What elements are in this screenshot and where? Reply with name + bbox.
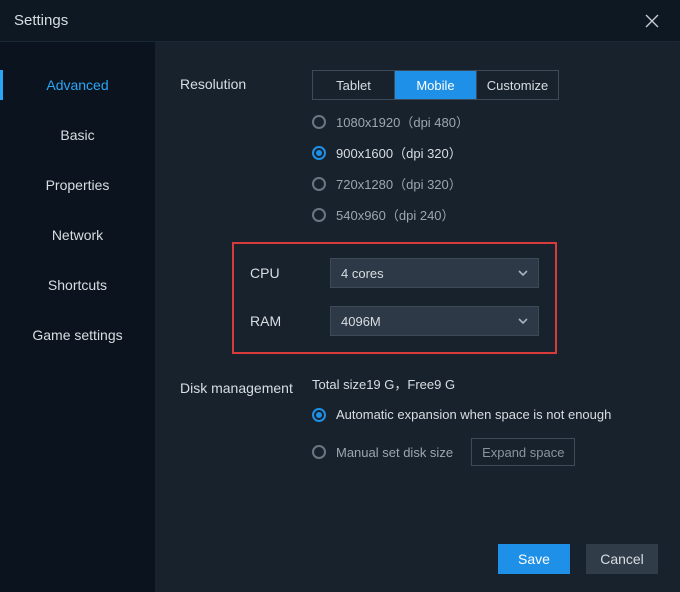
resolution-option-label: 1080x1920（dpi 480）	[336, 112, 469, 131]
disk-option-manual-label: Manual set disk size	[336, 445, 453, 460]
sidebar-item-label: Shortcuts	[48, 277, 107, 293]
chevron-down-icon	[516, 314, 530, 328]
radio-icon	[312, 208, 326, 222]
radio-icon	[312, 177, 326, 191]
disk-option-auto[interactable]: Automatic expansion when space is not en…	[312, 407, 658, 422]
titlebar: Settings	[0, 0, 680, 42]
resolution-row: Resolution Tablet Mobile Customize 1080x…	[180, 70, 658, 224]
settings-window: Settings Advanced Basic Properties Netwo…	[0, 0, 680, 592]
sidebar-item-game-settings[interactable]: Game settings	[0, 310, 155, 360]
resolution-tab-tablet[interactable]: Tablet	[313, 71, 394, 99]
resolution-option[interactable]: 540x960（dpi 240）	[312, 205, 658, 224]
disk-option-auto-label: Automatic expansion when space is not en…	[336, 407, 611, 422]
sidebar-item-label: Basic	[60, 127, 94, 143]
cpu-ram-highlight: CPU 4 cores RAM 4096M	[232, 242, 557, 354]
cpu-select[interactable]: 4 cores	[330, 258, 539, 288]
cpu-label: CPU	[250, 265, 330, 281]
sidebar-item-label: Game settings	[32, 327, 122, 343]
sidebar-item-shortcuts[interactable]: Shortcuts	[0, 260, 155, 310]
sidebar-item-label: Advanced	[46, 77, 108, 93]
resolution-value: Tablet Mobile Customize 1080x1920（dpi 48…	[312, 70, 658, 224]
resolution-options: 1080x1920（dpi 480） 900x1600（dpi 320） 720…	[312, 112, 658, 224]
footer: Save Cancel	[180, 526, 658, 574]
expand-space-button[interactable]: Expand space	[471, 438, 575, 466]
disk-status: Total size19 G，Free9 G	[312, 374, 658, 393]
ram-row: RAM 4096M	[250, 306, 539, 336]
save-button[interactable]: Save	[498, 544, 570, 574]
resolution-tab-mobile[interactable]: Mobile	[394, 71, 476, 99]
body: Advanced Basic Properties Network Shortc…	[0, 42, 680, 592]
sidebar-item-label: Properties	[46, 177, 110, 193]
resolution-option-label: 900x1600（dpi 320）	[336, 143, 462, 162]
sidebar-item-label: Network	[52, 227, 103, 243]
resolution-label: Resolution	[180, 70, 312, 224]
radio-icon	[312, 115, 326, 129]
ram-select[interactable]: 4096M	[330, 306, 539, 336]
resolution-tab-customize[interactable]: Customize	[476, 71, 558, 99]
disk-row: Disk management Total size19 G，Free9 G A…	[180, 374, 658, 466]
sidebar: Advanced Basic Properties Network Shortc…	[0, 42, 155, 592]
close-icon	[645, 14, 659, 28]
resolution-option[interactable]: 720x1280（dpi 320）	[312, 174, 658, 193]
sidebar-item-properties[interactable]: Properties	[0, 160, 155, 210]
resolution-tabs: Tablet Mobile Customize	[312, 70, 559, 100]
radio-icon	[312, 146, 326, 160]
resolution-option[interactable]: 1080x1920（dpi 480）	[312, 112, 658, 131]
radio-icon	[312, 445, 326, 459]
resolution-option-label: 720x1280（dpi 320）	[336, 174, 462, 193]
sidebar-item-advanced[interactable]: Advanced	[0, 60, 155, 110]
main-panel: Resolution Tablet Mobile Customize 1080x…	[155, 42, 680, 592]
cpu-select-value: 4 cores	[341, 266, 384, 281]
ram-label: RAM	[250, 313, 330, 329]
resolution-option[interactable]: 900x1600（dpi 320）	[312, 143, 658, 162]
close-button[interactable]	[638, 7, 666, 35]
disk-label: Disk management	[180, 374, 312, 466]
window-title: Settings	[14, 12, 638, 29]
cancel-button[interactable]: Cancel	[586, 544, 658, 574]
sidebar-item-basic[interactable]: Basic	[0, 110, 155, 160]
sidebar-item-network[interactable]: Network	[0, 210, 155, 260]
cpu-row: CPU 4 cores	[250, 258, 539, 288]
disk-value: Total size19 G，Free9 G Automatic expansi…	[312, 374, 658, 466]
disk-option-manual-row: Manual set disk size Expand space	[312, 438, 658, 466]
radio-icon	[312, 408, 326, 422]
chevron-down-icon	[516, 266, 530, 280]
ram-select-value: 4096M	[341, 314, 381, 329]
disk-option-manual[interactable]: Manual set disk size	[312, 445, 453, 460]
resolution-option-label: 540x960（dpi 240）	[336, 205, 455, 224]
